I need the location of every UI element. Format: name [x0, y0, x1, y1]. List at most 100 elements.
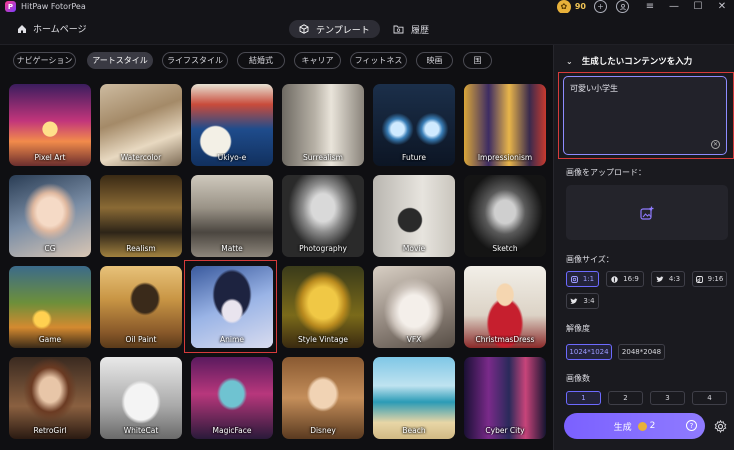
coin-count: 90: [574, 2, 586, 11]
size-button-3-4[interactable]: 3:4: [566, 293, 599, 309]
app-logo: P: [5, 1, 16, 12]
home-button[interactable]: ホームページ: [17, 22, 87, 35]
style-card[interactable]: Matte: [191, 175, 273, 257]
style-card-label: Beach: [402, 426, 426, 435]
style-card[interactable]: Style Vintage: [282, 266, 364, 348]
twitter-icon: [656, 275, 664, 282]
size-label: 9:16: [707, 275, 724, 283]
count-button-2[interactable]: 2: [608, 391, 643, 405]
style-card-label: Game: [38, 335, 62, 344]
style-card[interactable]: Realism: [100, 175, 182, 257]
size-label: 1:1: [582, 275, 595, 283]
upload-label: 画像をアップロード：: [566, 168, 646, 177]
generate-label: 生成: [613, 422, 632, 433]
resolution-label: 解像度: [566, 324, 590, 333]
style-card[interactable]: Photography: [282, 175, 364, 257]
count-button-1[interactable]: 1: [566, 391, 601, 405]
prompt-text: 可愛い小学生: [570, 84, 618, 93]
category-chip-movie[interactable]: 映画: [416, 52, 453, 69]
size-label: 16:9: [623, 275, 639, 283]
size-label: 3:4: [583, 297, 595, 305]
style-card[interactable]: Movie: [373, 175, 455, 257]
settings-button[interactable]: [714, 419, 727, 435]
category-chip-art-style[interactable]: アートスタイル: [87, 52, 153, 69]
style-card-label: Cyber City: [485, 426, 525, 435]
count-button-3[interactable]: 3: [650, 391, 685, 405]
style-card[interactable]: WhiteCat: [100, 357, 182, 439]
style-card-label: Oil Paint: [125, 335, 157, 344]
style-card[interactable]: Cyber City: [464, 357, 546, 439]
style-card[interactable]: Future: [373, 84, 455, 166]
size-button-9-16[interactable]: 9:16: [692, 271, 727, 287]
style-card-label: Ukiyo-e: [217, 153, 247, 162]
tab-templates-label: テンプレート: [316, 25, 370, 36]
style-card[interactable]: Surrealism: [282, 84, 364, 166]
style-card-label: RetroGirl: [33, 426, 67, 435]
image-size-label: 画像サイズ：: [566, 255, 614, 264]
tiktok-icon: [695, 275, 703, 283]
style-card[interactable]: Game: [9, 266, 91, 348]
resolution-button-2048[interactable]: 2048*2048: [618, 344, 665, 360]
home-icon: [18, 24, 26, 33]
size-button-16-9[interactable]: 16:9: [606, 271, 644, 287]
resolution-button-1024[interactable]: 1024*1024: [566, 344, 612, 360]
generate-button[interactable]: 生成 2 ?: [564, 413, 705, 439]
style-card-label: WhiteCat: [123, 426, 159, 435]
prompt-input[interactable]: 可愛い小学生 ✕: [563, 76, 727, 155]
style-card[interactable]: Pixel Art: [9, 84, 91, 166]
tab-history[interactable]: 履歴: [383, 20, 439, 38]
style-card[interactable]: Sketch: [464, 175, 546, 257]
add-coins-icon[interactable]: +: [594, 0, 607, 13]
category-chip-navigation[interactable]: ナビゲーション: [13, 52, 76, 69]
maximize-button[interactable]: ☐: [686, 0, 710, 13]
style-card-label: Movie: [402, 244, 426, 253]
style-card-label: Photography: [299, 244, 347, 253]
category-chip-lifestyle[interactable]: ライフスタイル: [162, 52, 228, 69]
style-card[interactable]: Impressionism: [464, 84, 546, 166]
style-card[interactable]: ChristmasDress: [464, 266, 546, 348]
coin-icon[interactable]: ✿: [556, 0, 571, 14]
tab-templates[interactable]: テンプレート: [289, 20, 380, 38]
style-card[interactable]: MagicFace: [191, 357, 273, 439]
size-button-4-3[interactable]: 4:3: [651, 271, 685, 287]
home-label: ホームページ: [33, 25, 87, 35]
size-label: 4:3: [668, 275, 681, 283]
style-card[interactable]: Oil Paint: [100, 266, 182, 348]
selection-highlight: [184, 260, 277, 353]
gear-icon: [714, 419, 727, 434]
image-count-label: 画像数: [566, 374, 590, 383]
style-card[interactable]: Disney: [282, 357, 364, 439]
top-navigation: ホームページ テンプレート 履歴: [0, 13, 734, 45]
style-card[interactable]: RetroGirl: [9, 357, 91, 439]
category-chip-fitness[interactable]: フィットネス: [350, 52, 407, 69]
style-card-label: Disney: [310, 426, 336, 435]
prompt-section-header[interactable]: ⌄ 生成したいコンテンツを入力: [566, 55, 693, 68]
help-icon[interactable]: ?: [686, 420, 697, 431]
style-card[interactable]: Beach: [373, 357, 455, 439]
clear-icon[interactable]: ✕: [711, 140, 720, 149]
style-card-label: Matte: [221, 244, 243, 253]
style-card[interactable]: CG: [9, 175, 91, 257]
count-button-4[interactable]: 4: [692, 391, 727, 405]
category-chip-career[interactable]: キャリア: [294, 52, 341, 69]
prompt-highlight-frame: 可愛い小学生 ✕: [558, 72, 734, 159]
menu-icon[interactable]: ≡: [638, 0, 662, 13]
category-chip-wedding[interactable]: 結婚式: [237, 52, 285, 69]
add-image-icon: [640, 206, 654, 220]
style-card[interactable]: Watercolor: [100, 84, 182, 166]
minimize-button[interactable]: —: [662, 0, 686, 13]
tab-history-label: 履歴: [411, 25, 430, 36]
style-card-label: CG: [44, 244, 56, 253]
style-card-label: Watercolor: [120, 153, 162, 162]
upload-area[interactable]: [566, 185, 728, 240]
title-bar: P HitPaw FotorPea ✿ 90 + ≡ — ☐ ✕: [0, 0, 734, 14]
style-card-label: Realism: [126, 244, 156, 253]
style-card[interactable]: VFX: [373, 266, 455, 348]
close-button[interactable]: ✕: [710, 0, 734, 13]
prompt-section-title: 生成したいコンテンツを入力: [581, 57, 693, 67]
size-button-1-1[interactable]: 1:1: [566, 271, 599, 287]
style-card[interactable]: Ukiyo-e: [191, 84, 273, 166]
twitter-icon: [570, 297, 578, 304]
category-chip-country[interactable]: 国: [463, 52, 492, 69]
account-icon[interactable]: [616, 0, 629, 13]
